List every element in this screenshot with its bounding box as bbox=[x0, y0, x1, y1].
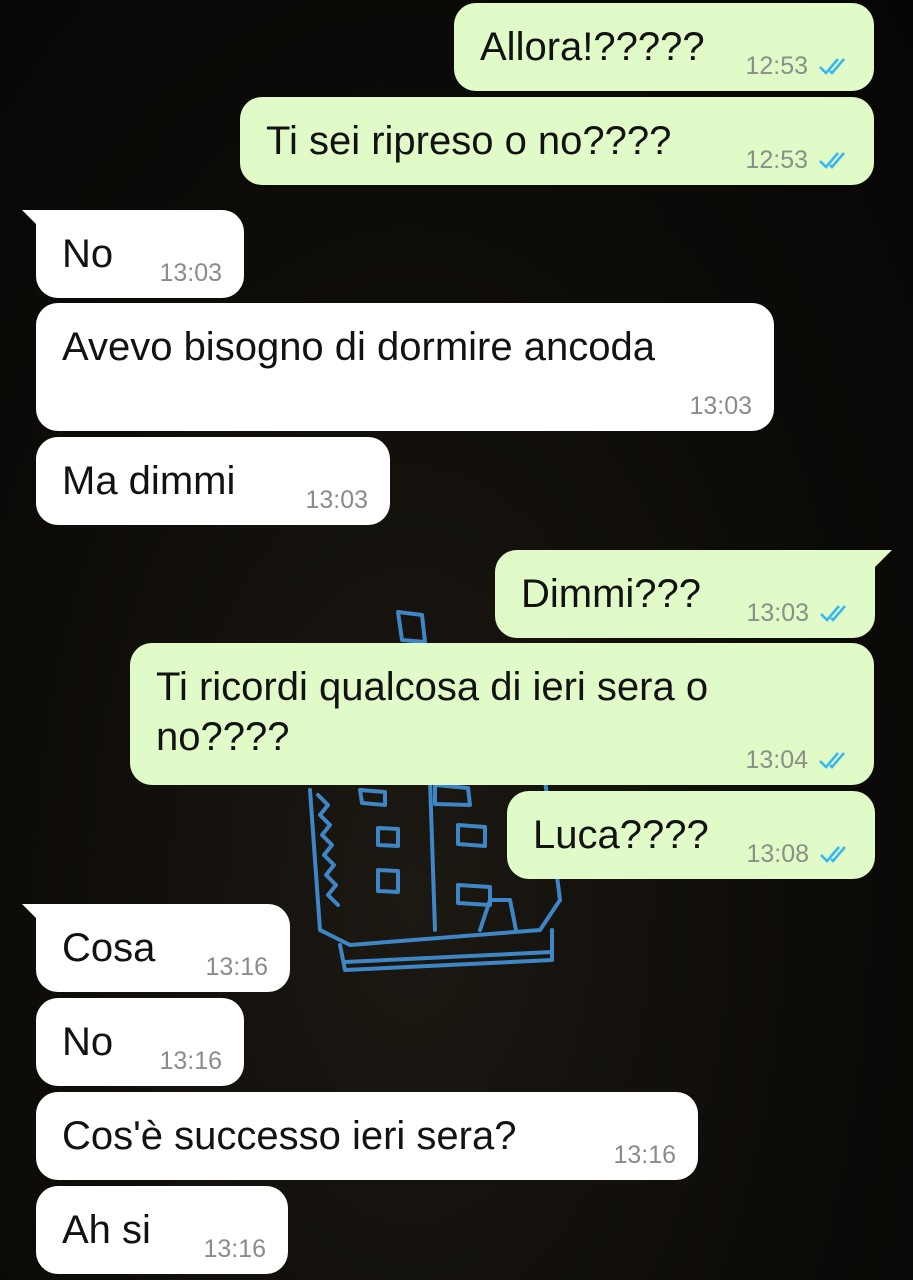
message-text: Cos'è successo ieri sera? bbox=[62, 1114, 517, 1158]
message-meta: 13:16 bbox=[205, 952, 268, 982]
read-receipt-icon bbox=[820, 605, 846, 622]
message-bubble-outgoing[interactable]: Allora!????? 12:53 bbox=[454, 3, 874, 91]
message-time: 12:53 bbox=[745, 52, 808, 80]
message-time: 13:16 bbox=[205, 953, 268, 981]
message-text: Luca???? bbox=[533, 813, 709, 857]
message-meta: 13:16 bbox=[203, 1234, 266, 1264]
message-time: 13:03 bbox=[159, 259, 222, 287]
message-time: 13:04 bbox=[745, 746, 808, 774]
message-time: 13:03 bbox=[689, 392, 752, 420]
message-text-line1: Ti ricordi qualcosa di ieri sera o bbox=[156, 665, 709, 709]
message-time: 13:16 bbox=[613, 1141, 676, 1169]
message-text-line2: no???? bbox=[156, 715, 290, 759]
message-text: Ah si bbox=[62, 1208, 151, 1252]
message-meta: 12:53 bbox=[745, 51, 852, 81]
message-bubble-incoming[interactable]: No 13:03 bbox=[36, 210, 244, 298]
message-list[interactable]: Allora!????? 12:53 Ti sei ripreso o no??… bbox=[0, 0, 913, 1280]
message-bubble-incoming[interactable]: No 13:16 bbox=[36, 998, 244, 1086]
message-time: 13:08 bbox=[746, 840, 809, 868]
message-text: No bbox=[62, 1020, 114, 1064]
message-time: 13:16 bbox=[159, 1047, 222, 1075]
message-meta: 13:03 bbox=[159, 258, 222, 288]
message-meta: 13:04 bbox=[745, 745, 852, 775]
message-text: No bbox=[62, 232, 114, 276]
message-meta: 13:03 bbox=[689, 391, 752, 421]
read-receipt-icon bbox=[819, 752, 845, 769]
message-meta: 13:16 bbox=[613, 1140, 676, 1170]
message-meta: 13:03 bbox=[746, 598, 853, 628]
message-bubble-incoming[interactable]: Avevo bisogno di dormire ancoda 13:03 bbox=[36, 303, 774, 431]
message-bubble-outgoing[interactable]: Ti sei ripreso o no???? 12:53 bbox=[240, 97, 874, 185]
message-text: Avevo bisogno di dormire ancoda bbox=[62, 325, 655, 369]
message-time: 13:16 bbox=[203, 1235, 266, 1263]
message-bubble-incoming[interactable]: Cos'è successo ieri sera? 13:16 bbox=[36, 1092, 698, 1180]
message-bubble-incoming[interactable]: Ma dimmi 13:03 bbox=[36, 437, 390, 525]
message-bubble-outgoing[interactable]: Ti ricordi qualcosa di ieri sera o no???… bbox=[130, 643, 874, 785]
read-receipt-icon bbox=[819, 152, 845, 169]
message-text: Ti sei ripreso o no???? bbox=[266, 119, 672, 163]
message-time: 13:03 bbox=[305, 486, 368, 514]
message-bubble-outgoing[interactable]: Dimmi??? 13:03 bbox=[495, 550, 875, 638]
message-time: 13:03 bbox=[746, 599, 809, 627]
read-receipt-icon bbox=[820, 846, 846, 863]
message-text: Allora!????? bbox=[480, 25, 705, 69]
message-bubble-outgoing[interactable]: Luca???? 13:08 bbox=[507, 791, 875, 879]
message-text: Dimmi??? bbox=[521, 572, 702, 616]
read-receipt-icon bbox=[819, 58, 845, 75]
message-meta: 13:16 bbox=[159, 1046, 222, 1076]
bubble-tail bbox=[874, 550, 892, 568]
message-text: Ma dimmi bbox=[62, 459, 236, 503]
message-meta: 13:08 bbox=[746, 839, 853, 869]
message-bubble-incoming[interactable]: Ah si 13:16 bbox=[36, 1186, 288, 1274]
message-text: Cosa bbox=[62, 926, 156, 970]
message-meta: 13:03 bbox=[305, 485, 368, 515]
message-meta: 12:53 bbox=[745, 145, 852, 175]
message-bubble-incoming[interactable]: Cosa 13:16 bbox=[36, 904, 290, 992]
message-time: 12:53 bbox=[745, 146, 808, 174]
